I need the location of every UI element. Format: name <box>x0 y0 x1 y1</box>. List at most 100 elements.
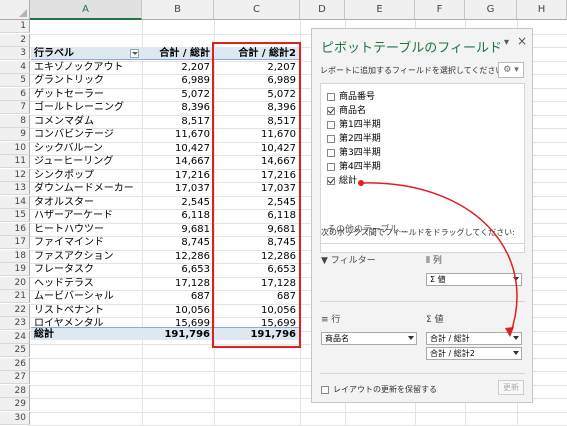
row-header[interactable]: 1 <box>0 20 30 33</box>
field-item[interactable]: 第1四半期 <box>327 118 381 132</box>
pivot-header-total[interactable]: 合計 / 総計 <box>142 47 214 60</box>
pivot-value-total[interactable]: 12,286 <box>142 250 214 263</box>
pivot-value-total[interactable]: 8,396 <box>142 101 214 114</box>
pivot-row-label[interactable]: ファスアクション <box>31 250 142 263</box>
row-header[interactable]: 28 <box>0 384 30 398</box>
close-icon[interactable]: × <box>517 34 527 48</box>
row-header[interactable]: 26 <box>0 357 30 371</box>
defer-layout-update[interactable]: レイアウトの更新を保留する <box>321 384 437 395</box>
row-header[interactable]: 29 <box>0 398 30 411</box>
pivot-row-label[interactable]: ゲットセーラー <box>31 88 142 101</box>
field-checkbox[interactable] <box>327 106 335 115</box>
pivot-value-total[interactable]: 11,670 <box>142 128 214 141</box>
values-total2-pill[interactable]: 合計 / 総計2 <box>426 347 522 360</box>
pivot-value-total[interactable]: 14,667 <box>142 155 214 168</box>
row-header[interactable]: 14 <box>0 195 30 209</box>
pivot-row-label[interactable]: ファイマインド <box>31 236 142 249</box>
pivot-row-label[interactable]: ヒートハウツー <box>31 223 142 236</box>
chevron-down-icon[interactable] <box>513 277 519 281</box>
pivot-row-label[interactable]: リストペナント <box>31 304 142 317</box>
pivot-value-total[interactable]: 8,517 <box>142 115 214 128</box>
row-header[interactable]: 15 <box>0 209 30 222</box>
pivot-row-label[interactable]: ヘッドテラス <box>31 277 142 290</box>
row-header[interactable]: 22 <box>0 303 30 317</box>
column-header-f[interactable]: F <box>415 0 465 20</box>
pivot-value-total[interactable]: 5,072 <box>142 88 214 101</box>
pivot-value-total[interactable]: 17,037 <box>142 182 214 195</box>
pivot-value-total[interactable]: 10,427 <box>142 142 214 155</box>
field-item[interactable]: 第4四半期 <box>327 160 381 174</box>
field-checkbox[interactable] <box>327 92 335 101</box>
pivot-value-total[interactable]: 6,118 <box>142 209 214 222</box>
pivot-row-label[interactable]: エキゾノックアウト <box>31 61 142 74</box>
column-header-g[interactable]: G <box>465 0 517 20</box>
chevron-down-icon[interactable] <box>513 336 519 340</box>
pivot-value-total[interactable]: 6,989 <box>142 74 214 87</box>
row-header[interactable]: 20 <box>0 276 30 290</box>
column-header-b[interactable]: B <box>142 0 214 20</box>
chevron-down-icon[interactable] <box>513 351 519 355</box>
chevron-down-icon[interactable] <box>408 336 414 340</box>
pane-options-dropdown-icon[interactable]: ▾ <box>504 37 509 48</box>
columns-area[interactable]: ⦀ 列 Σ 値 <box>426 253 526 303</box>
gear-icon[interactable]: ⚙ ▾ <box>498 62 524 78</box>
pivot-row-label[interactable]: シンクポップ <box>31 169 142 182</box>
row-header[interactable]: 5 <box>0 74 30 87</box>
field-checkbox[interactable] <box>327 148 335 157</box>
field-item[interactable]: 商品名 <box>327 104 366 118</box>
pivot-row-label[interactable]: ハザーアーケード <box>31 209 142 222</box>
pivot-value-total[interactable]: 17,128 <box>142 277 214 290</box>
column-header-a[interactable]: A <box>30 0 142 20</box>
field-checkbox[interactable] <box>327 134 335 143</box>
field-item[interactable]: 第2四半期 <box>327 132 381 146</box>
pivot-row-label[interactable]: タオルスター <box>31 196 142 209</box>
pivot-row-label[interactable]: ジューヒーリング <box>31 155 142 168</box>
row-header[interactable]: 16 <box>0 222 30 236</box>
values-area[interactable]: Σ 値 合計 / 総計 合計 / 総計2 <box>426 312 526 362</box>
row-header[interactable]: 11 <box>0 155 30 168</box>
row-header[interactable]: 27 <box>0 371 30 384</box>
row-label-filter-dropdown[interactable] <box>130 49 139 58</box>
rows-area[interactable]: ≡ 行 商品名 <box>321 312 421 362</box>
row-header[interactable]: 2 <box>0 33 30 47</box>
pivot-value-total[interactable]: 8,745 <box>142 236 214 249</box>
pivot-row-label[interactable]: フレータスク <box>31 263 142 276</box>
row-header[interactable]: 24 <box>0 330 30 344</box>
row-header[interactable]: 7 <box>0 101 30 114</box>
pivot-value-total[interactable]: 2,207 <box>142 61 214 74</box>
columns-values-pill[interactable]: Σ 値 <box>426 273 522 286</box>
field-checkbox[interactable] <box>327 162 335 171</box>
row-header[interactable]: 8 <box>0 114 30 128</box>
rows-product-pill[interactable]: 商品名 <box>321 332 417 345</box>
filters-area[interactable]: ▼ フィルター <box>321 253 421 303</box>
pivot-value-total[interactable]: 6,653 <box>142 263 214 276</box>
column-header-e[interactable]: E <box>345 0 415 20</box>
row-header[interactable]: 3 <box>0 47 30 60</box>
pivot-grand-total-value[interactable]: 191,796 <box>142 327 214 340</box>
row-header[interactable]: 17 <box>0 236 30 249</box>
update-button[interactable]: 更新 <box>498 380 524 395</box>
values-total-pill[interactable]: 合計 / 総計 <box>426 332 522 345</box>
pivot-value-total[interactable]: 2,545 <box>142 196 214 209</box>
pivot-value-total[interactable]: 687 <box>142 290 214 303</box>
select-all-corner[interactable] <box>0 0 30 20</box>
field-checkbox[interactable] <box>327 120 335 129</box>
pivot-value-total[interactable]: 17,216 <box>142 169 214 182</box>
row-header[interactable]: 19 <box>0 263 30 276</box>
pivot-row-label[interactable]: ゴールトレーニング <box>31 101 142 114</box>
row-header[interactable]: 13 <box>0 182 30 195</box>
pivot-value-total[interactable]: 10,056 <box>142 304 214 317</box>
pivot-row-label[interactable]: コメンマダム <box>31 115 142 128</box>
row-header[interactable]: 23 <box>0 317 30 330</box>
pivot-value-total[interactable]: 9,681 <box>142 223 214 236</box>
field-item[interactable]: 総計 <box>327 174 357 188</box>
row-header[interactable]: 21 <box>0 290 30 303</box>
row-header[interactable]: 25 <box>0 344 30 357</box>
pivot-row-label[interactable]: ムービバーシャル <box>31 290 142 303</box>
column-header-c[interactable]: C <box>214 0 300 20</box>
column-header-d[interactable]: D <box>300 0 345 20</box>
defer-checkbox[interactable] <box>321 385 329 394</box>
field-item[interactable]: 商品番号 <box>327 90 375 104</box>
field-checkbox[interactable] <box>327 176 335 185</box>
row-header[interactable]: 30 <box>0 411 30 425</box>
